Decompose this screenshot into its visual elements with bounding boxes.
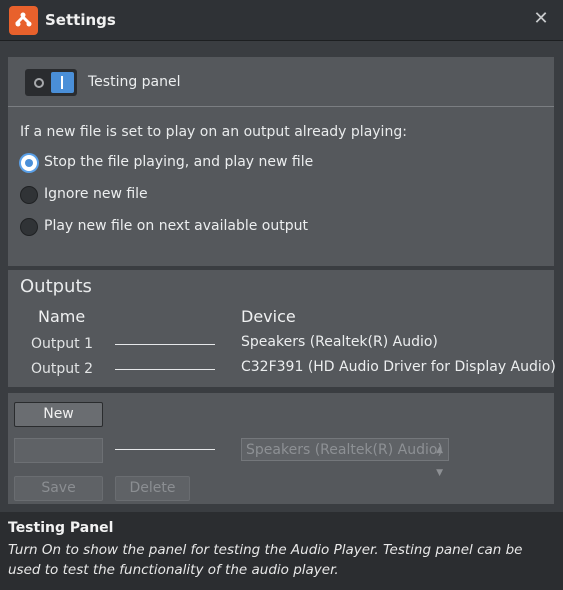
device-column-header: Device [241, 307, 296, 326]
output-device[interactable]: C32F391 (HD Audio Driver for Display Aud… [241, 359, 556, 375]
radio-button[interactable] [20, 218, 38, 236]
testing-panel-label: Testing panel [88, 74, 181, 90]
testing-panel-toggle[interactable] [25, 69, 77, 96]
device-select[interactable]: Speakers (Realtek(R) Audio) ▲ ▼ [241, 438, 449, 478]
toggle-off-icon [34, 78, 44, 88]
delete-button[interactable]: Delete [115, 476, 190, 501]
select-arrows-icon: ▲ ▼ [436, 445, 443, 478]
outputs-title: Outputs [20, 276, 92, 297]
radio-label: Ignore new file [44, 186, 148, 202]
toggle-on-knob [51, 72, 74, 93]
output-name-input[interactable] [14, 438, 103, 463]
playback-question: If a new file is set to play on an outpu… [20, 124, 407, 140]
radio-button[interactable] [20, 186, 38, 204]
help-title: Testing Panel [8, 520, 114, 536]
connector-line [115, 344, 215, 345]
radio-button[interactable] [20, 154, 38, 172]
close-icon[interactable]: ✕ [529, 7, 553, 31]
name-column-header: Name [38, 307, 86, 326]
window-title: Settings [45, 11, 116, 29]
connector-line [115, 369, 215, 370]
app-logo-icon [9, 6, 38, 35]
output-name[interactable]: Output 2 [31, 361, 93, 377]
device-select-value: Speakers (Realtek(R) Audio) [246, 442, 443, 458]
save-button[interactable]: Save [14, 476, 103, 501]
connector-line [115, 449, 215, 450]
title-bar: Settings ✕ [0, 0, 563, 41]
divider [8, 106, 554, 107]
output-name[interactable]: Output 1 [31, 336, 93, 352]
help-panel: Testing Panel Turn On to show the panel … [0, 512, 563, 590]
help-text: Turn On to show the panel for testing th… [8, 542, 523, 578]
radio-label: Play new file on next available output [44, 218, 308, 234]
radio-label: Stop the file playing, and play new file [44, 154, 314, 170]
new-output-button[interactable]: New [14, 402, 103, 427]
output-device[interactable]: Speakers (Realtek(R) Audio) [241, 334, 438, 350]
